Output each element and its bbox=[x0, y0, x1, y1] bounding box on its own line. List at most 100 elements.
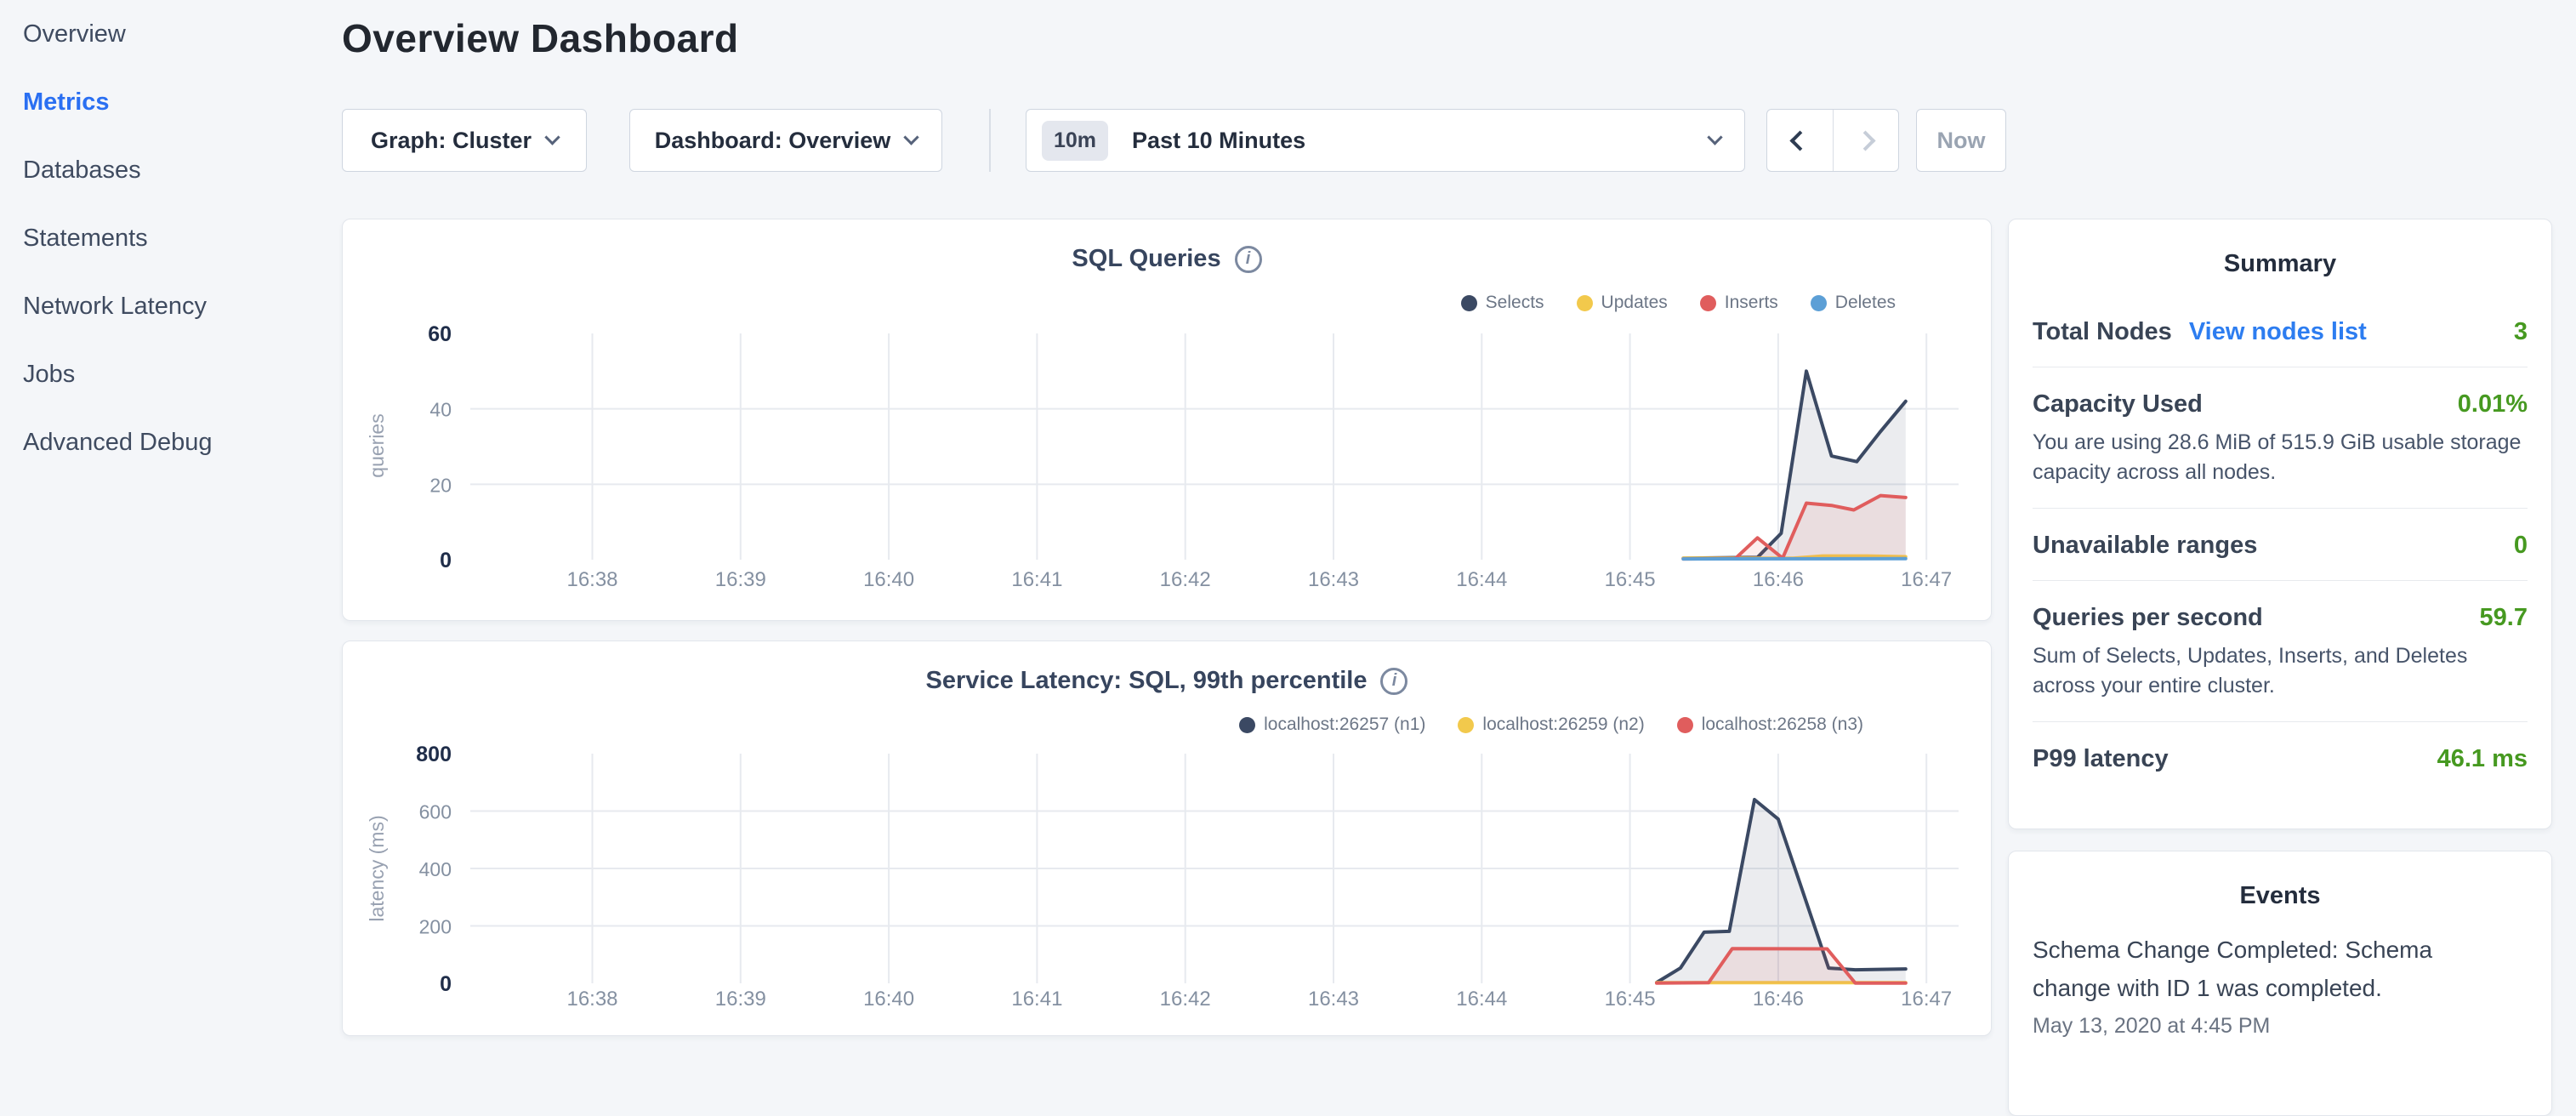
sidebar-item-advanced-debug[interactable]: Advanced Debug bbox=[0, 408, 342, 476]
legend-dot-icon bbox=[1461, 295, 1477, 311]
time-range-selector[interactable]: 10m Past 10 Minutes bbox=[1026, 109, 1745, 172]
legend-label: Selects bbox=[1486, 293, 1544, 313]
svg-text:16:46: 16:46 bbox=[1753, 988, 1804, 1011]
info-icon[interactable]: i bbox=[1235, 246, 1262, 273]
now-button[interactable]: Now bbox=[1916, 109, 2006, 172]
legend-dot-icon bbox=[1677, 717, 1693, 733]
svg-text:16:40: 16:40 bbox=[863, 568, 914, 591]
sidebar-item-network-latency[interactable]: Network Latency bbox=[0, 272, 342, 340]
legend-label: Updates bbox=[1601, 293, 1668, 313]
svg-text:0: 0 bbox=[440, 972, 452, 996]
sidebar-item-metrics[interactable]: Metrics bbox=[0, 68, 342, 136]
svg-text:16:43: 16:43 bbox=[1308, 988, 1359, 1011]
event-timestamp: May 13, 2020 at 4:45 PM bbox=[2033, 1014, 2528, 1039]
legend-item: Selects bbox=[1461, 293, 1544, 313]
chevron-down-icon bbox=[544, 129, 560, 145]
legend-item: Deletes bbox=[1811, 293, 1896, 313]
chart-title: Service Latency: SQL, 99th percentile bbox=[926, 667, 1368, 695]
graph-scope-dropdown-label: Graph: Cluster bbox=[371, 128, 532, 154]
summary-row-total-nodes: Total Nodes View nodes list 3 bbox=[2033, 295, 2528, 367]
svg-text:16:46: 16:46 bbox=[1753, 568, 1804, 591]
legend-item: localhost:26258 (n3) bbox=[1677, 715, 1863, 735]
chevron-left-icon bbox=[1789, 130, 1810, 151]
legend-dot-icon bbox=[1577, 295, 1593, 311]
page-title: Overview Dashboard bbox=[342, 15, 739, 61]
dashboard-dropdown-label: Dashboard: Overview bbox=[655, 128, 891, 154]
svg-text:queries: queries bbox=[366, 413, 388, 477]
svg-text:20: 20 bbox=[429, 474, 452, 496]
svg-text:16:38: 16:38 bbox=[566, 568, 617, 591]
svg-text:16:41: 16:41 bbox=[1011, 988, 1062, 1011]
sql-queries-chart-header: SQL Queries i bbox=[343, 245, 1991, 273]
svg-text:16:43: 16:43 bbox=[1308, 568, 1359, 591]
svg-text:800: 800 bbox=[416, 743, 452, 766]
graph-scope-dropdown[interactable]: Graph: Cluster bbox=[342, 109, 587, 172]
legend-label: localhost:26259 (n2) bbox=[1482, 715, 1644, 735]
sql-queries-chart[interactable]: 16:3816:3916:4016:4116:4216:4316:4416:45… bbox=[343, 219, 1991, 620]
service-latency-chart-header: Service Latency: SQL, 99th percentile i bbox=[343, 667, 1991, 695]
svg-text:16:39: 16:39 bbox=[715, 568, 766, 591]
svg-text:16:41: 16:41 bbox=[1011, 568, 1062, 591]
summary-title: Summary bbox=[2009, 250, 2551, 278]
svg-text:400: 400 bbox=[419, 858, 452, 880]
summary-value: 46.1 ms bbox=[2437, 745, 2528, 773]
summary-value: 0.01% bbox=[2458, 390, 2528, 418]
sidebar-item-overview[interactable]: Overview bbox=[0, 0, 342, 68]
service-latency-chart[interactable]: 16:3816:3916:4016:4116:4216:4316:4416:45… bbox=[343, 641, 1991, 1035]
summary-label: Unavailable ranges bbox=[2033, 532, 2257, 560]
time-back-button[interactable] bbox=[1767, 110, 1833, 171]
summary-value: 59.7 bbox=[2480, 604, 2528, 632]
summary-label: Total Nodes bbox=[2033, 318, 2172, 346]
summary-label: Queries per second bbox=[2033, 604, 2263, 632]
summary-description: You are using 28.6 MiB of 515.9 GiB usab… bbox=[2033, 428, 2528, 487]
view-nodes-list-link[interactable]: View nodes list bbox=[2189, 318, 2367, 346]
legend-label: localhost:26257 (n1) bbox=[1264, 715, 1425, 735]
service-latency-chart-card: Service Latency: SQL, 99th percentile i … bbox=[342, 641, 1992, 1036]
sidebar-item-databases[interactable]: Databases bbox=[0, 136, 342, 204]
summary-panel: Summary Total Nodes View nodes list 3 Ca… bbox=[2008, 219, 2552, 829]
chart-title: SQL Queries bbox=[1072, 245, 1220, 273]
legend-label: localhost:26258 (n3) bbox=[1702, 715, 1863, 735]
info-icon[interactable]: i bbox=[1380, 668, 1407, 695]
service-latency-legend: localhost:26257 (n1) localhost:26259 (n2)… bbox=[1239, 715, 1863, 735]
summary-row-queries-per-second: Queries per second 59.7 Sum of Selects, … bbox=[2033, 580, 2528, 721]
svg-text:latency (ms): latency (ms) bbox=[366, 815, 388, 921]
svg-text:16:39: 16:39 bbox=[715, 988, 766, 1011]
legend-label: Inserts bbox=[1725, 293, 1778, 313]
sidebar-menu: Overview Metrics Databases Statements Ne… bbox=[0, 0, 342, 476]
svg-text:16:47: 16:47 bbox=[1901, 988, 1952, 1011]
legend-item: Inserts bbox=[1700, 293, 1778, 313]
time-range-label: Past 10 Minutes bbox=[1132, 128, 1305, 154]
svg-text:0: 0 bbox=[440, 549, 452, 572]
summary-row-p99-latency: P99 latency 46.1 ms bbox=[2033, 721, 2528, 794]
chevron-right-icon bbox=[1856, 130, 1876, 151]
svg-text:16:44: 16:44 bbox=[1456, 568, 1507, 591]
sidebar-item-jobs[interactable]: Jobs bbox=[0, 340, 342, 408]
sidebar-item-statements[interactable]: Statements bbox=[0, 204, 342, 272]
events-panel: Events Schema Change Completed: Schema c… bbox=[2008, 851, 2552, 1116]
legend-item: localhost:26257 (n1) bbox=[1239, 715, 1425, 735]
svg-text:16:42: 16:42 bbox=[1160, 568, 1211, 591]
time-forward-button[interactable] bbox=[1833, 110, 1899, 171]
sql-queries-legend: Selects Updates Inserts Deletes bbox=[1461, 293, 1896, 313]
event-list-item[interactable]: Schema Change Completed: Schema change w… bbox=[2033, 927, 2528, 1039]
legend-label: Deletes bbox=[1835, 293, 1896, 313]
svg-text:200: 200 bbox=[419, 916, 452, 938]
summary-row-unavailable-ranges: Unavailable ranges 0 bbox=[2033, 508, 2528, 580]
overview-dashboard-page: { "sidebar": { "items": [ { "label": "Ov… bbox=[0, 0, 2576, 1051]
svg-text:16:42: 16:42 bbox=[1160, 988, 1211, 1011]
chevron-down-icon bbox=[904, 129, 919, 145]
dashboard-dropdown[interactable]: Dashboard: Overview bbox=[629, 109, 942, 172]
summary-row-capacity-used: Capacity Used 0.01% You are using 28.6 M… bbox=[2033, 367, 2528, 508]
legend-dot-icon bbox=[1811, 295, 1827, 311]
svg-text:600: 600 bbox=[419, 801, 452, 823]
sidebar: Overview Metrics Databases Statements Ne… bbox=[0, 0, 342, 1051]
summary-label: P99 latency bbox=[2033, 745, 2169, 773]
summary-value: 0 bbox=[2514, 532, 2528, 560]
summary-value: 3 bbox=[2514, 318, 2528, 346]
events-title: Events bbox=[2009, 882, 2551, 910]
time-range-badge: 10m bbox=[1042, 121, 1108, 161]
summary-description: Sum of Selects, Updates, Inserts, and De… bbox=[2033, 641, 2528, 701]
legend-item: Updates bbox=[1577, 293, 1668, 313]
time-nav-buttons bbox=[1766, 109, 1899, 172]
